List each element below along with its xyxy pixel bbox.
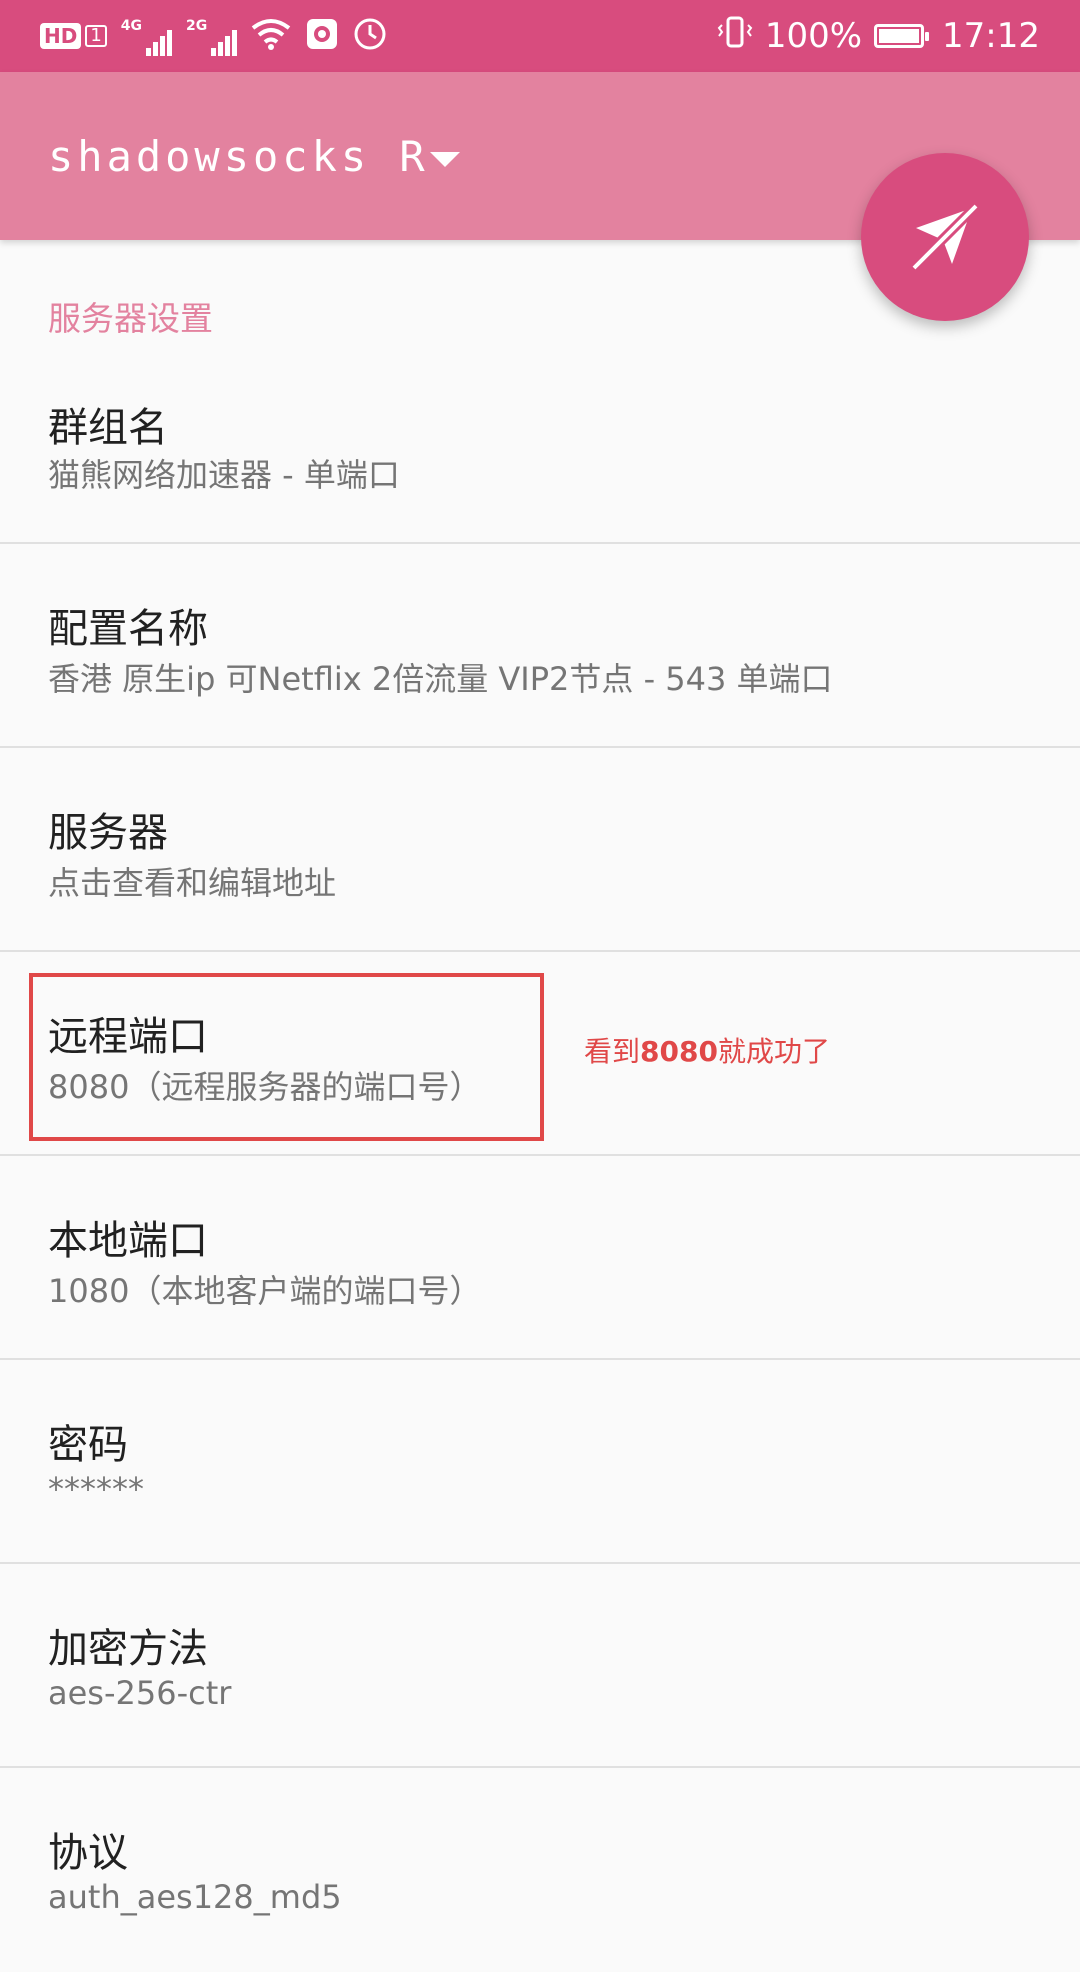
app-title[interactable]: shadowsocks R: [48, 132, 429, 181]
section-header-server-settings: 服务器设置: [48, 299, 213, 338]
pref-summary: auth_aes128_md5: [48, 1878, 342, 1916]
annotation-prefix: 看到: [584, 1035, 641, 1068]
annotation-strong: 8080: [640, 1035, 718, 1068]
pref-summary: 1080（本地客户端的端口号）: [48, 1272, 482, 1310]
pref-title: 加密方法: [48, 1626, 208, 1672]
signal-4g-icon: 4G: [120, 16, 173, 56]
annotation-suffix: 就成功了: [717, 1035, 830, 1068]
pref-title: 服务器: [48, 810, 168, 856]
status-icons-right: 100% 17:12: [717, 0, 1040, 72]
pref-title: 本地端口: [48, 1218, 208, 1264]
pref-server[interactable]: 服务器 点击查看和编辑地址: [0, 748, 1080, 952]
pref-protocol[interactable]: 协议 auth_aes128_md5: [0, 1768, 1080, 1972]
paper-plane-off-icon: [910, 202, 980, 272]
annotation-note: 看到8080就成功了: [584, 1030, 830, 1070]
clock: 17:12: [942, 16, 1040, 56]
pref-local-port[interactable]: 本地端口 1080（本地客户端的端口号）: [0, 1156, 1080, 1360]
settings-list: 群组名 猫熊网络加速器 - 单端口 配置名称 香港 原生ip 可Netflix …: [0, 340, 1080, 1972]
battery-fill: [879, 29, 920, 43]
pref-title: 群组名: [48, 405, 168, 451]
pref-title: 密码: [48, 1422, 128, 1468]
wifi-icon: [251, 18, 291, 54]
highlight-box: [29, 973, 544, 1141]
battery-icon: [874, 24, 930, 48]
pref-title: 协议: [48, 1830, 128, 1876]
record-icon: [305, 17, 339, 55]
hd-voice-icon: HD 1: [40, 23, 107, 49]
hd-sub-label: 1: [85, 25, 107, 47]
triangle-down-icon[interactable]: [430, 152, 460, 167]
pref-group-name[interactable]: 群组名 猫熊网络加速器 - 单端口: [0, 340, 1080, 544]
pref-summary: aes-256-ctr: [48, 1674, 232, 1712]
battery-percent: 100%: [764, 16, 863, 56]
pref-summary: 猫熊网络加速器 - 单端口: [48, 456, 400, 494]
vibrate-icon: [717, 15, 753, 58]
pref-encrypt-method[interactable]: 加密方法 aes-256-ctr: [0, 1564, 1080, 1768]
signal-2g-icon: 2G: [186, 16, 238, 56]
pref-password[interactable]: 密码 ******: [0, 1360, 1080, 1564]
pref-summary: 香港 原生ip 可Netflix 2倍流量 VIP2节点 - 543 单端口: [48, 660, 833, 698]
pref-summary: 点击查看和编辑地址: [48, 864, 337, 902]
timer-icon: [353, 17, 387, 55]
hd-label: HD: [40, 23, 82, 49]
pref-title: 配置名称: [48, 606, 208, 652]
pref-profile-name[interactable]: 配置名称 香港 原生ip 可Netflix 2倍流量 VIP2节点 - 543 …: [0, 544, 1080, 748]
status-bar: HD 1 4G 2G 100% 17:12: [0, 0, 1080, 72]
pref-summary: ******: [48, 1470, 144, 1508]
net-2g-label: 2G: [186, 18, 208, 34]
net-4g-label: 4G: [120, 18, 143, 34]
connect-fab-button[interactable]: [861, 153, 1029, 321]
status-icons-left: HD 1 4G 2G: [40, 0, 387, 72]
